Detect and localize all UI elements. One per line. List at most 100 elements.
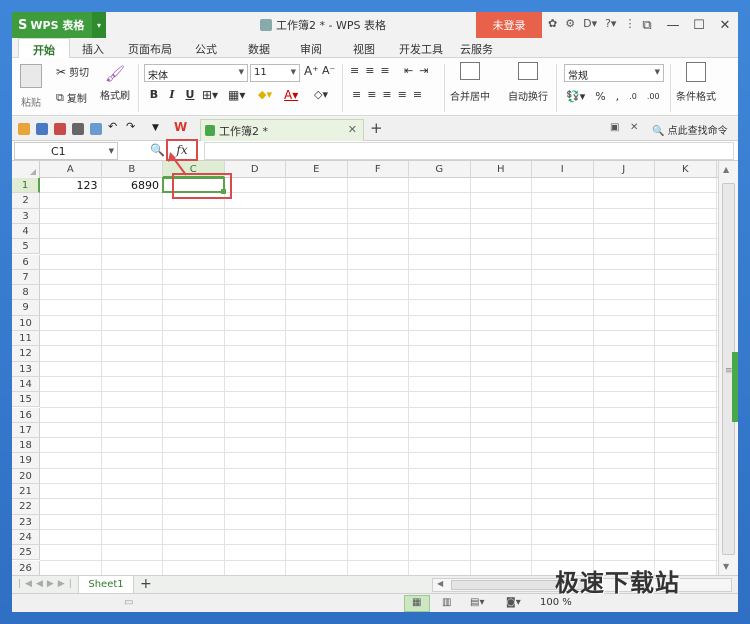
- column-header-h[interactable]: H: [471, 161, 532, 178]
- align-horizontal-group[interactable]: ≡≡≡≡≡: [352, 88, 428, 101]
- cut-button[interactable]: ✂ 剪切: [56, 64, 89, 80]
- skin-icon[interactable]: ✿: [548, 17, 557, 30]
- redo-icon[interactable]: ↷: [126, 120, 138, 133]
- wrap-text-button[interactable]: 自动换行: [508, 62, 548, 103]
- new-tab-button[interactable]: +: [370, 119, 383, 137]
- collapse-icon[interactable]: ✕: [630, 122, 638, 133]
- row-header-5[interactable]: 5: [12, 239, 40, 255]
- tab-formulas[interactable]: 公式: [195, 41, 217, 57]
- row-header-6[interactable]: 6: [12, 254, 40, 270]
- cell-b1[interactable]: 6890: [104, 179, 159, 192]
- settings-icon[interactable]: ⚙: [565, 17, 575, 30]
- font-name-select[interactable]: 宋体 ▼: [144, 64, 248, 82]
- maximize-icon[interactable]: ☐: [686, 12, 712, 38]
- row-header-21[interactable]: 21: [12, 484, 40, 500]
- row-header-23[interactable]: 23: [12, 514, 40, 530]
- save-icon[interactable]: [36, 123, 48, 135]
- bold-button[interactable]: B: [146, 88, 162, 101]
- row-header-7[interactable]: 7: [12, 269, 40, 286]
- sheet-tab[interactable]: Sheet1: [78, 576, 134, 594]
- print-icon[interactable]: [72, 123, 84, 135]
- row-header-8[interactable]: 8: [12, 285, 40, 301]
- font-size-select[interactable]: 11 ▼: [250, 64, 300, 82]
- cell-area[interactable]: 123 6890: [40, 177, 718, 575]
- conditional-format-button[interactable]: 条件格式: [676, 62, 716, 103]
- column-header-e[interactable]: E: [286, 161, 348, 178]
- tab-review[interactable]: 审阅: [300, 41, 322, 57]
- tab-page-layout[interactable]: 页面布局: [128, 41, 172, 57]
- copy-button[interactable]: ⧉ 复制: [56, 90, 87, 106]
- command-search[interactable]: 🔍 点此查找命令: [652, 122, 728, 137]
- currency-icon[interactable]: 💱▾: [566, 90, 585, 103]
- border-icon[interactable]: ⊞▾: [202, 88, 218, 102]
- chevron-down-icon[interactable]: ▾: [92, 12, 106, 38]
- tab-insert[interactable]: 插入: [82, 41, 104, 57]
- row-header-11[interactable]: 11: [12, 331, 40, 347]
- page-layout-icon[interactable]: ▤▾: [470, 597, 484, 608]
- feedback-icon[interactable]: D▾: [583, 17, 597, 30]
- undo-icon[interactable]: ↶: [108, 120, 120, 133]
- row-header-19[interactable]: 19: [12, 453, 40, 469]
- paste-button[interactable]: 粘贴: [20, 64, 42, 109]
- sheet-nav-arrows[interactable]: |◀◀▶▶|: [18, 579, 76, 589]
- tab-cloud[interactable]: 云服务: [460, 41, 493, 57]
- column-header-g[interactable]: G: [409, 161, 471, 178]
- row-header-25[interactable]: 25: [12, 545, 40, 561]
- row-header-4[interactable]: 4: [12, 223, 40, 240]
- row-header-15[interactable]: 15: [12, 392, 40, 408]
- font-color-icon[interactable]: A▾: [284, 88, 298, 102]
- scroll-left-icon[interactable]: ◀: [437, 579, 443, 588]
- login-button[interactable]: 未登录: [476, 12, 542, 38]
- open-icon[interactable]: [18, 123, 30, 135]
- chevron-down-icon[interactable]: ▼: [152, 123, 164, 135]
- grow-font-button[interactable]: A⁺: [304, 64, 319, 78]
- help-icon[interactable]: ?▾: [605, 17, 616, 30]
- select-all-corner[interactable]: [12, 161, 40, 178]
- increase-decimal-icon[interactable]: .0: [629, 92, 637, 101]
- scroll-up-icon[interactable]: ▲: [723, 165, 729, 174]
- tab-data[interactable]: 数据: [248, 41, 270, 57]
- cell-a1[interactable]: 123: [42, 179, 98, 192]
- italic-button[interactable]: I: [164, 88, 180, 101]
- column-header-j[interactable]: J: [594, 161, 655, 178]
- column-header-d[interactable]: D: [225, 161, 286, 178]
- print-preview-icon[interactable]: [90, 123, 102, 135]
- row-header-16[interactable]: 16: [12, 407, 40, 423]
- align-vertical-group[interactable]: ≡≡≡: [350, 64, 396, 77]
- number-format-select[interactable]: 常规 ▼: [564, 64, 664, 82]
- decrease-decimal-icon[interactable]: .00: [647, 92, 660, 101]
- macro-icon[interactable]: ▭: [124, 597, 133, 608]
- minimize-ribbon-icon[interactable]: ▣: [610, 122, 619, 133]
- comma-icon[interactable]: ,: [616, 90, 620, 103]
- column-header-b[interactable]: B: [102, 161, 163, 178]
- fill-color-icon[interactable]: ◆▾: [258, 88, 272, 101]
- row-header-26[interactable]: 26: [12, 560, 40, 575]
- row-header-12[interactable]: 12: [12, 346, 40, 362]
- clear-icon[interactable]: ◇▾: [314, 88, 328, 101]
- row-header-2[interactable]: 2: [12, 193, 40, 209]
- row-header-17[interactable]: 17: [12, 422, 40, 439]
- tab-view[interactable]: 视图: [353, 41, 375, 57]
- column-header-f[interactable]: F: [348, 161, 409, 178]
- close-icon[interactable]: ✕: [348, 123, 357, 136]
- row-header-1[interactable]: 1: [12, 178, 40, 194]
- reading-mode-icon[interactable]: ◙▾: [506, 597, 521, 608]
- cell-style-icon[interactable]: ▦▾: [228, 88, 245, 102]
- document-tab[interactable]: 工作簿2 * ✕: [200, 119, 364, 141]
- column-header-a[interactable]: A: [40, 161, 102, 178]
- row-header-20[interactable]: 20: [12, 468, 40, 484]
- column-header-k[interactable]: K: [655, 161, 717, 178]
- tab-developer[interactable]: 开发工具: [399, 41, 443, 57]
- format-painter-button[interactable]: 🖌 格式刷: [100, 64, 130, 102]
- merge-center-button[interactable]: 合并居中: [450, 62, 490, 103]
- column-header-i[interactable]: I: [532, 161, 594, 178]
- page-break-icon[interactable]: ▥: [442, 597, 451, 608]
- name-box[interactable]: C1 ▼: [14, 142, 118, 160]
- add-sheet-button[interactable]: +: [140, 576, 152, 592]
- underline-button[interactable]: U: [182, 88, 198, 101]
- percent-button[interactable]: %: [595, 90, 605, 103]
- row-header-22[interactable]: 22: [12, 499, 40, 515]
- row-header-14[interactable]: 14: [12, 376, 40, 393]
- row-header-10[interactable]: 10: [12, 315, 40, 331]
- scroll-down-icon[interactable]: ▼: [723, 562, 729, 571]
